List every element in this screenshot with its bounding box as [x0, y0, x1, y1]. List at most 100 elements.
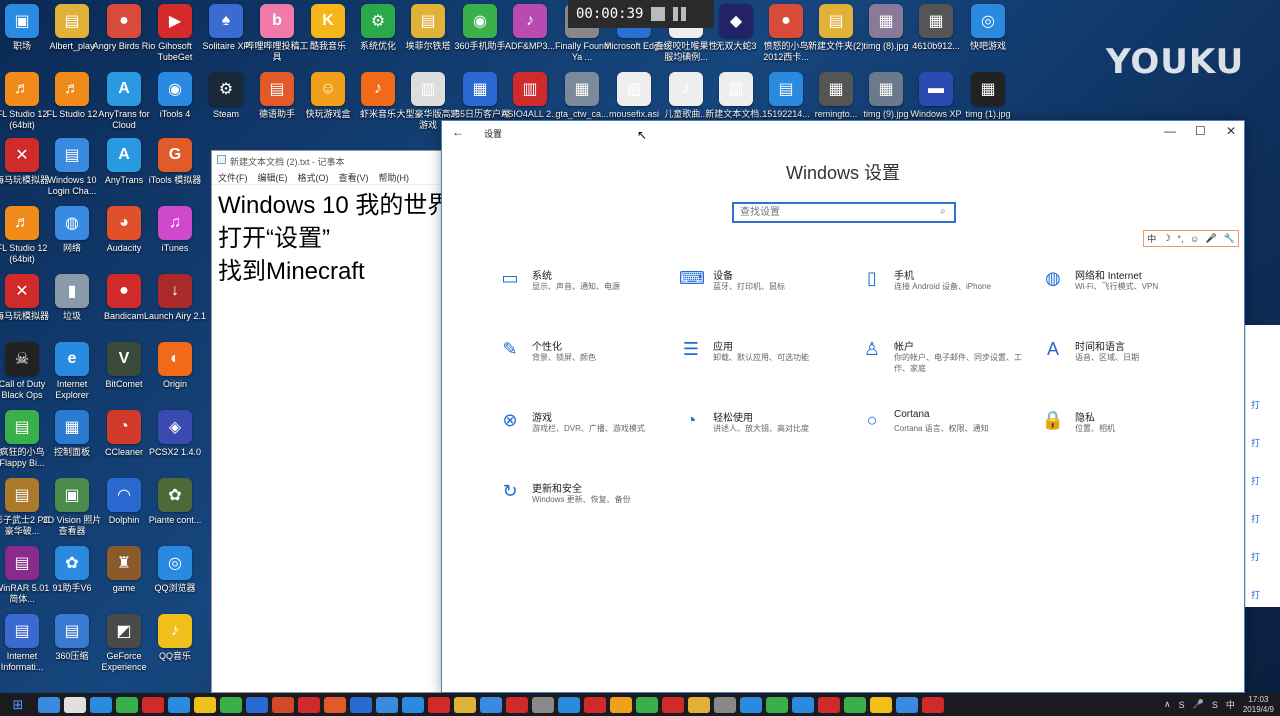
desktop-icon[interactable]: ↓ Launch Airy 2.1: [143, 274, 207, 338]
taskbar-app-icon[interactable]: [220, 696, 242, 713]
maximize-icon[interactable]: ☐: [1195, 124, 1206, 138]
settings-tile[interactable]: A 时间和语言 语音、区域、日期: [1041, 338, 1211, 388]
settings-tile[interactable]: ☰ 应用 卸载、默认应用、可选功能: [679, 338, 849, 388]
settings-tile[interactable]: ▭ 系统 显示、声音、通知、电源: [498, 267, 668, 317]
taskbar-app-icon[interactable]: [454, 696, 476, 713]
menu-format[interactable]: 格式(O): [298, 171, 329, 183]
settings-tile[interactable]: ◔ 轻松使用 讲述人、放大镜、高对比度: [679, 409, 849, 459]
taskbar-app-icon[interactable]: [116, 696, 138, 713]
taskbar-app-icon[interactable]: [870, 696, 892, 713]
taskbar-app-icon[interactable]: [740, 696, 762, 713]
taskbar-app-icon[interactable]: [818, 696, 840, 713]
search-icon[interactable]: ⌕: [940, 206, 946, 217]
taskbar-app-icon[interactable]: [636, 696, 658, 713]
screen-recorder-bar[interactable]: 00:00:39: [568, 0, 714, 28]
settings-tile[interactable]: ♙ 帐户 你的帐户、电子邮件、同步设置、工作、家庭: [860, 338, 1030, 388]
side-item[interactable]: 打: [1251, 436, 1260, 449]
tray-expand-icon[interactable]: ∧: [1164, 699, 1171, 710]
notepad-window[interactable]: 新建文本文档 (2).txt - 记事本 文件(F) 编辑(E) 格式(O) 查…: [211, 150, 443, 693]
ime-moon-icon[interactable]: ☽: [1163, 233, 1171, 244]
taskbar-app-icon[interactable]: [766, 696, 788, 713]
desktop-icon[interactable]: ♪ QQ音乐: [143, 614, 207, 678]
settings-tile[interactable]: ↻ 更新和安全 Windows 更新、恢复、备份: [498, 480, 668, 530]
taskbar-app-icon[interactable]: [90, 696, 112, 713]
desktop-icon[interactable]: ✿ Piante cont...: [143, 478, 207, 542]
settings-tile[interactable]: ⌨ 设备 蓝牙、打印机、鼠标: [679, 267, 849, 317]
taskbar-app-icon[interactable]: [64, 696, 86, 713]
taskbar-app-icon[interactable]: [844, 696, 866, 713]
settings-tile[interactable]: ◍ 网络和 Internet Wi-Fi、飞行模式、VPN: [1041, 267, 1211, 317]
taskbar-app-icon[interactable]: [324, 696, 346, 713]
taskbar-clock[interactable]: 17:03 2019/4/9: [1243, 695, 1274, 715]
tray-mic-icon[interactable]: 🎤: [1193, 699, 1204, 710]
desktop-icon-label: Piante cont...: [148, 515, 202, 525]
settings-titlebar[interactable]: ← 设置 — ☐ ✕: [442, 121, 1244, 143]
menu-help[interactable]: 帮助(H): [379, 171, 410, 183]
taskbar-app-icon[interactable]: [896, 696, 918, 713]
stop-icon[interactable]: [651, 7, 666, 21]
settings-window[interactable]: ← 设置 — ☐ ✕ Windows 设置 ⌕ 中 ☽ °, ☺ 🎤 🔧 ▭ 系统…: [441, 120, 1245, 693]
ime-lang-icon[interactable]: 中: [1147, 232, 1156, 245]
ime-mic-icon[interactable]: 🎤: [1206, 233, 1217, 244]
notepad-text-area[interactable]: Windows 10 我的世界 打开“设置” 找到Minecraft: [212, 185, 442, 292]
tray-app-icon[interactable]: S: [1212, 700, 1218, 710]
close-icon[interactable]: ✕: [1226, 124, 1236, 138]
settings-tile[interactable]: ⊗ 游戏 游戏栏、DVR、广播、游戏模式: [498, 409, 668, 459]
taskbar-app-icon[interactable]: [272, 696, 294, 713]
taskbar-app-icon[interactable]: [558, 696, 580, 713]
side-item[interactable]: 打: [1251, 474, 1260, 487]
windows-start-icon[interactable]: ⊞: [0, 693, 36, 716]
taskbar-app-icon[interactable]: [402, 696, 424, 713]
taskbar-app-icon[interactable]: [376, 696, 398, 713]
tray-ime-indicator[interactable]: 中: [1226, 698, 1235, 711]
menu-file[interactable]: 文件(F): [218, 171, 248, 183]
desktop-icon[interactable]: ◎ 快吧游戏: [956, 4, 1020, 68]
desktop-icon-label: Launch Airy 2.1: [143, 311, 207, 321]
taskbar-app-icon[interactable]: [584, 696, 606, 713]
ime-punct-icon[interactable]: °,: [1177, 234, 1183, 244]
taskbar-app-icon[interactable]: [350, 696, 372, 713]
taskbar-app-icon[interactable]: [168, 696, 190, 713]
taskbar-app-icon[interactable]: [662, 696, 684, 713]
desktop-icon[interactable]: GiTools 模拟器: [143, 138, 207, 202]
ime-tool-icon[interactable]: 🔧: [1223, 233, 1234, 244]
settings-tile[interactable]: ✎ 个性化 背景、锁屏、颜色: [498, 338, 668, 388]
settings-tile[interactable]: ○ Cortana Cortana 语言、权限、通知: [860, 409, 1030, 459]
taskbar-app-icon[interactable]: [714, 696, 736, 713]
menu-edit[interactable]: 编辑(E): [258, 171, 288, 183]
desktop-icon[interactable]: ◈ PCSX2 1.4.0: [143, 410, 207, 474]
taskbar-app-icon[interactable]: [194, 696, 216, 713]
taskbar-app-icon[interactable]: [792, 696, 814, 713]
side-item[interactable]: 打: [1251, 588, 1260, 601]
side-item[interactable]: 打: [1251, 398, 1260, 411]
ime-emoji-icon[interactable]: ☺: [1190, 234, 1199, 244]
taskbar-app-icon[interactable]: [142, 696, 164, 713]
taskbar-app-icon[interactable]: [480, 696, 502, 713]
ime-toolbar[interactable]: 中 ☽ °, ☺ 🎤 🔧: [1143, 230, 1239, 247]
pause-icon[interactable]: [673, 7, 687, 21]
background-window-edge[interactable]: 打 打 打 打 打 打: [1245, 325, 1280, 607]
taskbar-app-icon[interactable]: [298, 696, 320, 713]
taskbar-app-icon[interactable]: [506, 696, 528, 713]
minimize-icon[interactable]: —: [1164, 124, 1176, 138]
menu-view[interactable]: 查看(V): [339, 171, 369, 183]
side-item[interactable]: 打: [1251, 512, 1260, 525]
taskbar-app-icon[interactable]: [532, 696, 554, 713]
taskbar-app-icon[interactable]: [610, 696, 632, 713]
desktop-icon[interactable]: ◎ QQ浏览器: [143, 546, 207, 610]
taskbar-app-icon[interactable]: [428, 696, 450, 713]
taskbar-app-icon[interactable]: [246, 696, 268, 713]
desktop-icon[interactable]: ♫ iTunes: [143, 206, 207, 270]
taskbar-app-icon[interactable]: [922, 696, 944, 713]
tray-app-icon[interactable]: S: [1179, 700, 1185, 710]
settings-tile[interactable]: ▯ 手机 连接 Android 设备、iPhone: [860, 267, 1030, 317]
taskbar-app-icon[interactable]: [688, 696, 710, 713]
settings-tile[interactable]: 🔒 隐私 位置、相机: [1041, 409, 1211, 459]
side-item[interactable]: 打: [1251, 550, 1260, 563]
taskbar-app-icon[interactable]: [38, 696, 60, 713]
back-arrow-icon[interactable]: ←: [452, 125, 464, 139]
notepad-titlebar[interactable]: 新建文本文档 (2).txt - 记事本: [212, 151, 442, 169]
desktop-icon[interactable]: ◐ Origin: [143, 342, 207, 406]
settings-search-input[interactable]: [732, 202, 956, 223]
app-icon: ♪: [669, 72, 703, 106]
